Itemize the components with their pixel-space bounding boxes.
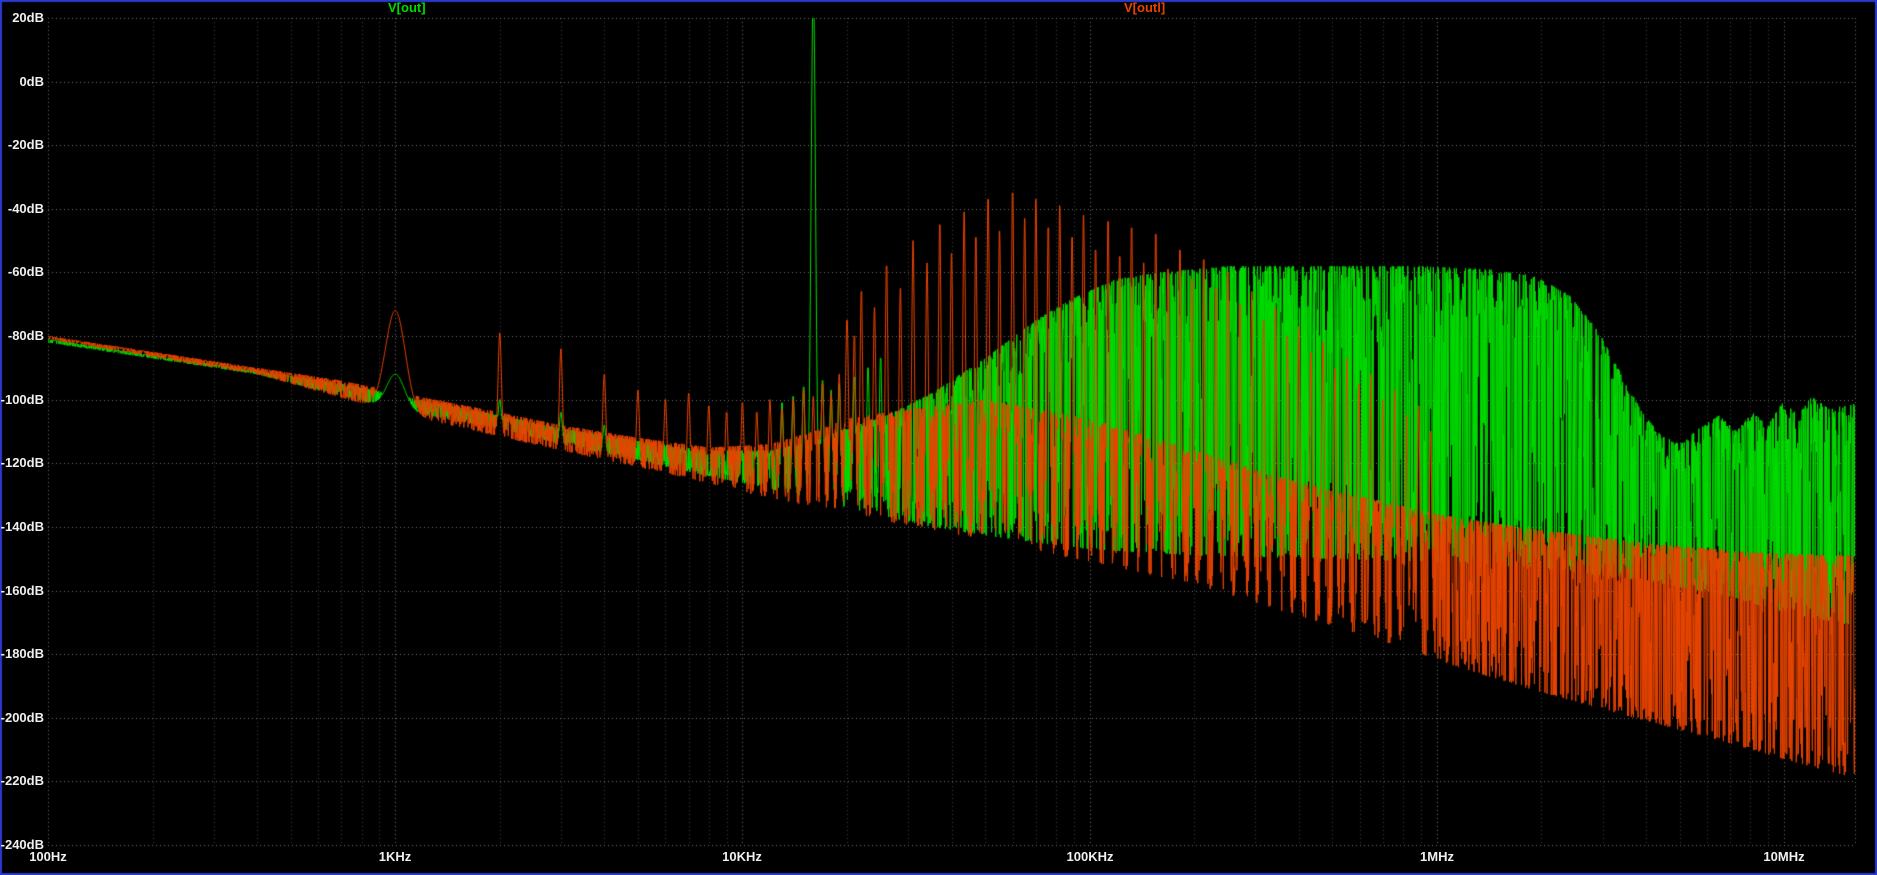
y-tick-label: -20dB xyxy=(7,137,44,152)
y-tick-label: 20dB xyxy=(12,10,44,25)
y-tick-label: -40dB xyxy=(7,201,44,216)
trace-label-vout[interactable]: V[out] xyxy=(388,1,426,15)
trace-label-voutl[interactable]: V[outl] xyxy=(1124,1,1165,15)
y-tick-label: -140dB xyxy=(0,519,44,534)
fft-plot-canvas[interactable] xyxy=(0,0,1877,875)
y-tick-label: -180dB xyxy=(0,646,44,661)
x-tick-label: 10MHz xyxy=(1763,849,1805,864)
y-tick-label: 0dB xyxy=(19,74,44,89)
y-tick-label: -200dB xyxy=(0,710,44,725)
y-tick-label: -60dB xyxy=(7,264,44,279)
y-tick-label: -160dB xyxy=(0,583,44,598)
x-tick-label: 100KHz xyxy=(1066,849,1114,864)
x-tick-label: 1KHz xyxy=(378,849,412,864)
x-tick-label: 10KHz xyxy=(722,849,762,864)
waveform-viewer-pane: 20dB 0dB -20dB -40dB -60dB -80dB -100dB -120dB -… xyxy=(0,0,1877,875)
y-tick-label: -220dB xyxy=(0,773,44,788)
y-tick-label: -100dB xyxy=(0,392,44,407)
y-tick-label: -120dB xyxy=(0,455,44,470)
x-tick-label: 1MHz xyxy=(1420,849,1454,864)
y-tick-label: -80dB xyxy=(7,328,44,343)
x-tick-label: 100Hz xyxy=(29,849,67,864)
